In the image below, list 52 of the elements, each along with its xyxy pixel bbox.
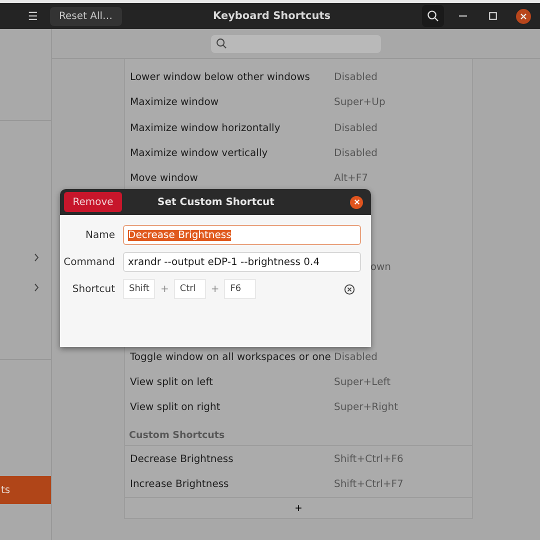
close-icon xyxy=(520,12,526,20)
shortcut-name: Increase Brightness xyxy=(130,478,230,490)
key-label: Shift xyxy=(123,279,156,299)
search-icon xyxy=(427,10,439,22)
shortcut-keys: Alt+F7 xyxy=(334,173,472,184)
field-label: Name xyxy=(84,230,115,240)
search-button[interactable] xyxy=(422,5,444,27)
key-label: Ctrl xyxy=(174,279,206,299)
shortcut-keys: Disabled xyxy=(334,122,472,134)
add-button[interactable]: + xyxy=(125,496,472,519)
chevron-icon xyxy=(34,283,39,292)
shortcut-name: View split on right xyxy=(130,402,222,414)
close-icon xyxy=(354,199,360,205)
clear-icon[interactable] xyxy=(344,284,355,294)
shortcut-name: Toggle window on all workspaces or one xyxy=(130,352,332,363)
shortcut-keys: Disabled xyxy=(334,352,472,363)
name-field[interactable]: Decrease Brightness xyxy=(123,225,361,245)
search-field[interactable] xyxy=(211,34,381,52)
shortcut-name: Maximize window xyxy=(130,97,220,108)
field-label: Shortcut xyxy=(71,284,115,294)
key-label: F6 xyxy=(224,279,256,299)
plus-sign: + xyxy=(160,284,169,294)
shortcut-name: Move window xyxy=(130,173,199,184)
shortcut-keys: Super+Right xyxy=(334,402,472,414)
command-field[interactable]: xrandr --output eDP-1 --brightness 0.4 xyxy=(123,252,361,272)
shortcut-name: View split on left xyxy=(130,376,214,388)
shortcut-keys: Super+Up xyxy=(334,97,472,108)
sidebar-item[interactable]: ts xyxy=(0,476,51,504)
shortcut-keys: Shift+Ctrl+F6 xyxy=(334,454,472,465)
chevron-icon xyxy=(34,253,39,262)
shortcut-name: Lower window below other windows xyxy=(130,72,311,84)
minimize-icon xyxy=(459,15,467,17)
close-button[interactable] xyxy=(350,196,363,208)
shortcut-keys: Shift+Ctrl+F7 xyxy=(334,478,472,490)
shortcut-keys: Disabled xyxy=(334,148,472,160)
close-button[interactable] xyxy=(516,8,530,24)
shortcut-keys: Disabled xyxy=(334,72,472,84)
dialog-title: Set Custom Shortcut xyxy=(156,196,276,208)
menu-button[interactable]: ☰ xyxy=(24,10,42,22)
field-label: Command xyxy=(62,256,115,268)
shortcut-name: Decrease Brightness xyxy=(130,454,234,465)
maximize-icon xyxy=(489,12,497,20)
window-title: Keyboard Shortcuts xyxy=(212,10,332,22)
search-icon xyxy=(216,38,227,49)
section-title: Custom Shortcuts xyxy=(128,429,226,444)
shortcut-keys: Super+Left xyxy=(334,376,472,388)
reset-button[interactable]: Reset All… xyxy=(50,6,122,26)
shortcut-name: Maximize window vertically xyxy=(130,148,269,160)
remove-button[interactable]: Remove xyxy=(64,192,122,212)
plus-sign: + xyxy=(210,284,220,294)
shortcut-name: Maximize window horizontally xyxy=(130,122,282,134)
shortcut-keys: own xyxy=(370,262,391,274)
